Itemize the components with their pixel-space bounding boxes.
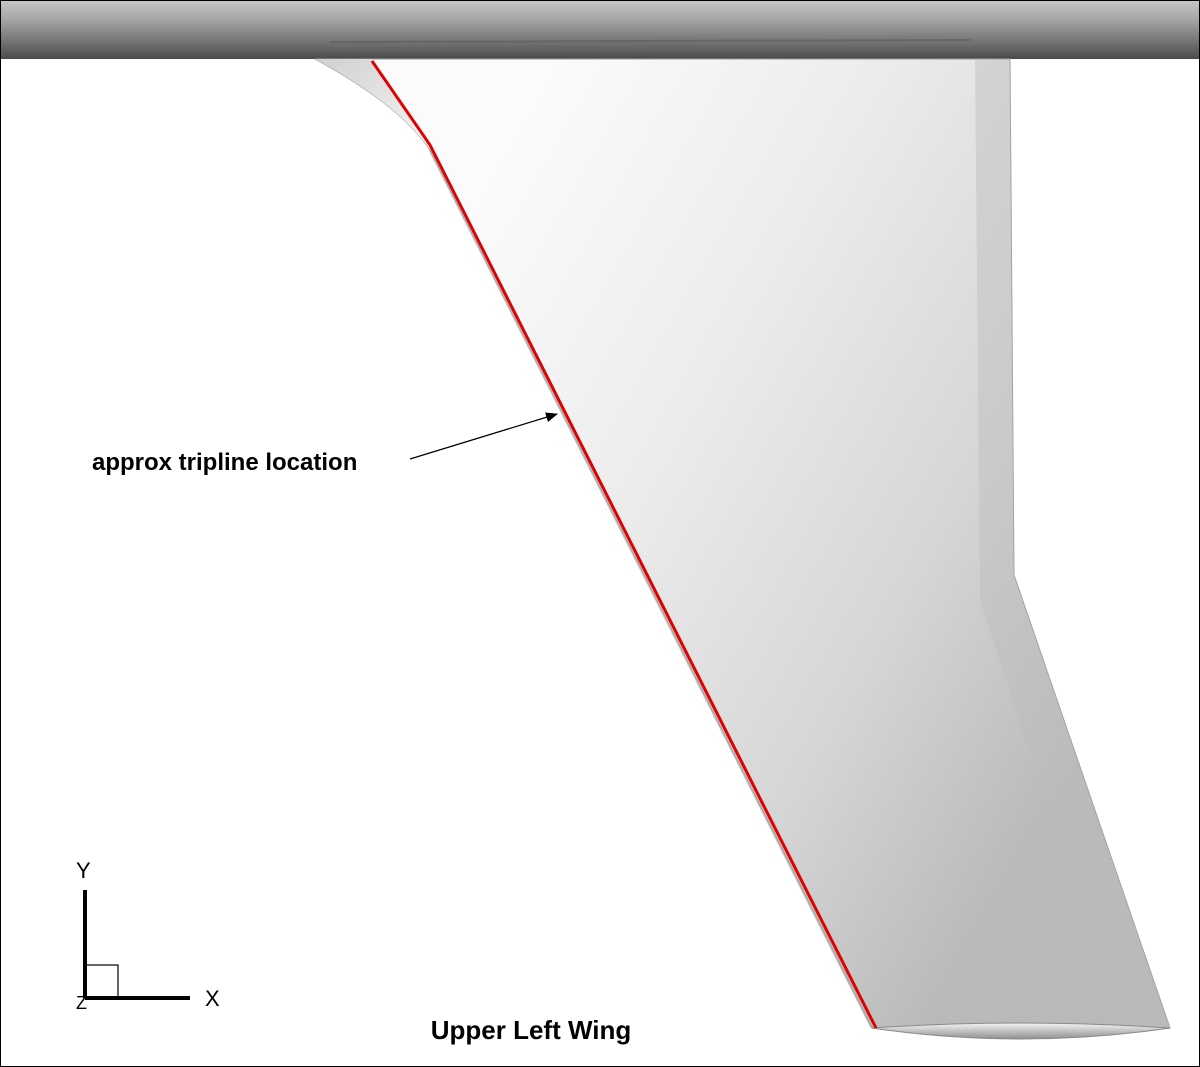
annotation-arrow: [409, 412, 558, 460]
wing-surface: [314, 58, 1171, 1039]
plot-title: Upper Left Wing: [431, 1015, 632, 1045]
z-axis-label: Z: [76, 993, 87, 1013]
wing-visualization: approx tripline location Y X Z Upper Lef…: [0, 0, 1200, 1045]
axis-triad: Y X Z: [76, 858, 220, 1013]
fuselage-surface: [0, 0, 1200, 59]
y-axis-label: Y: [76, 858, 91, 883]
x-axis-label: X: [205, 986, 220, 1011]
annotation-label: approx tripline location: [92, 449, 357, 476]
z-axis-box: [84, 964, 119, 999]
wing-tip: [871, 1022, 1171, 1040]
